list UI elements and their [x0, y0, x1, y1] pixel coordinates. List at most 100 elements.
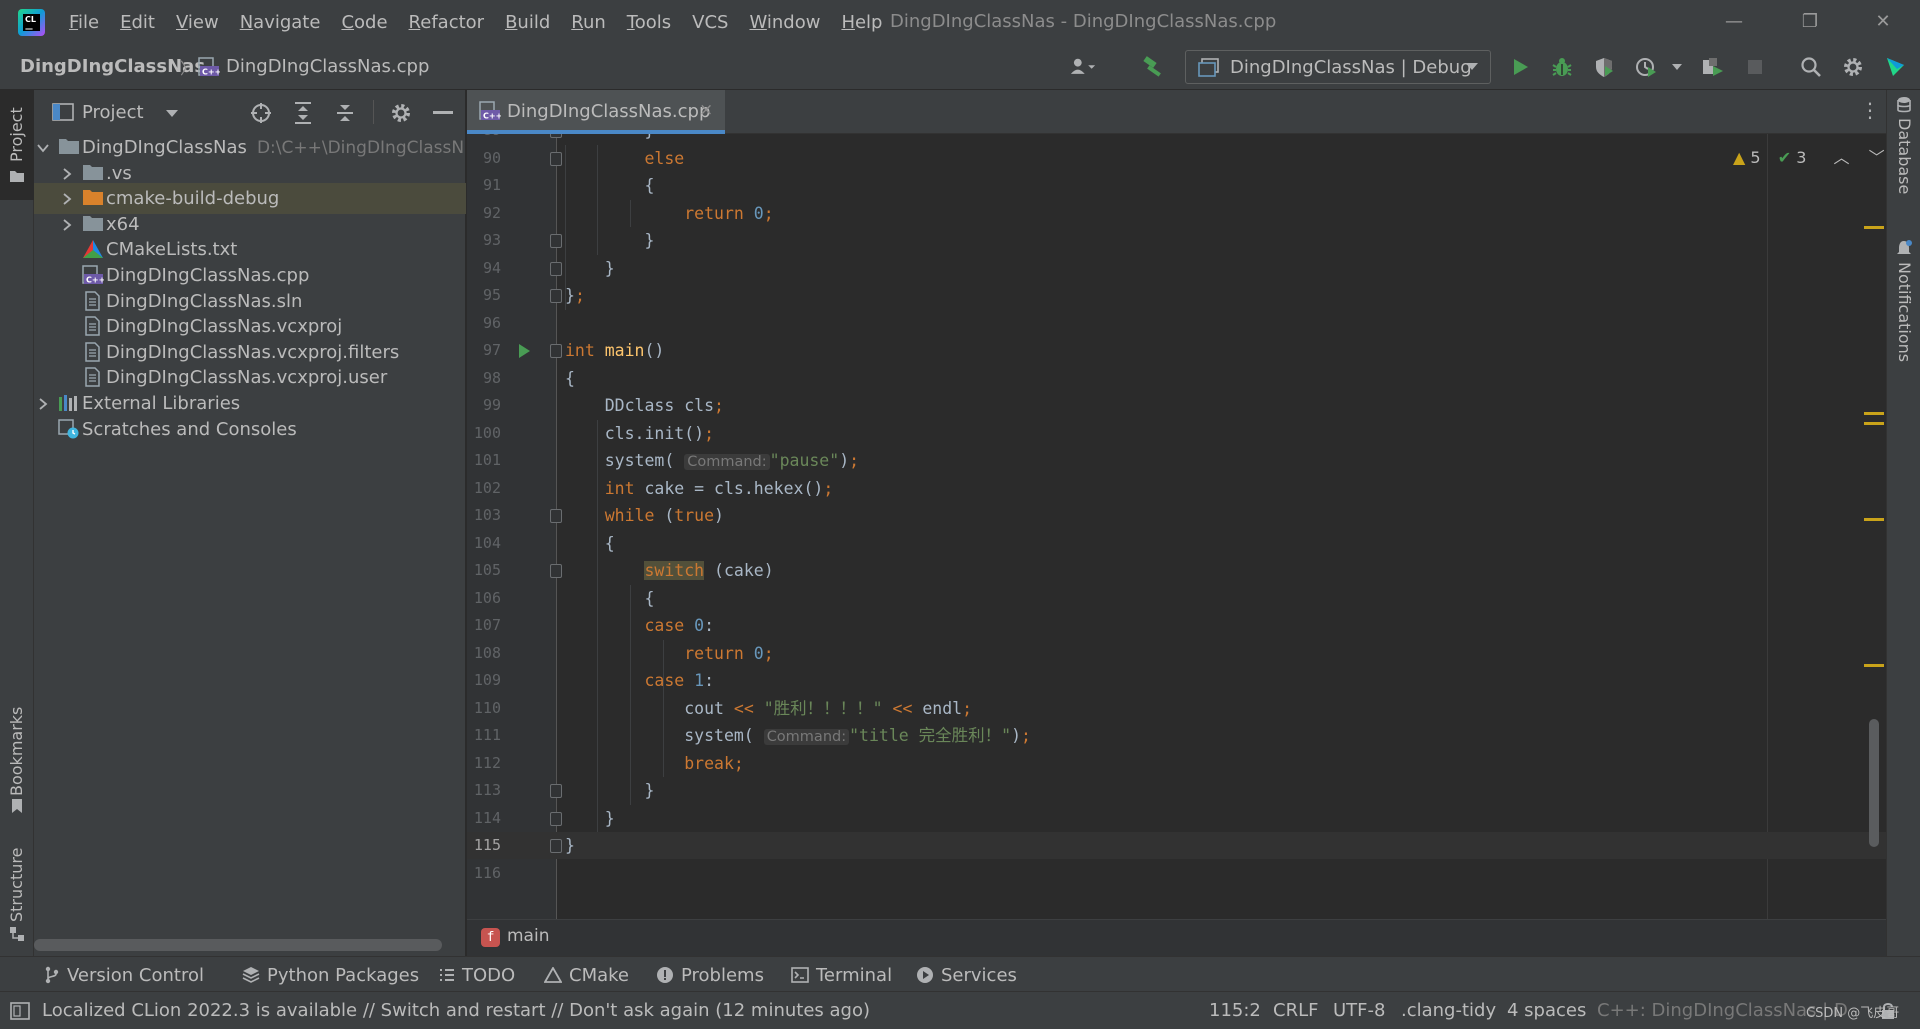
menu-item[interactable]: Run	[571, 12, 606, 33]
code-line[interactable]: 102 int cake = cls.hekex();	[467, 475, 1886, 502]
code-line[interactable]: 98 {	[467, 365, 1886, 392]
fold-marker-icon[interactable]	[550, 839, 562, 853]
code-line[interactable]: 113 }	[467, 777, 1886, 804]
close-window-button[interactable]: ✕	[1868, 8, 1898, 36]
menu-item[interactable]: Edit	[120, 12, 155, 33]
search-icon[interactable]	[1798, 54, 1824, 80]
chevron-down-icon[interactable]: ﹀	[1869, 148, 1885, 167]
locate-target-icon[interactable]	[248, 100, 274, 126]
fold-marker-icon[interactable]	[550, 509, 562, 523]
profile-icon[interactable]	[1634, 54, 1660, 80]
menu-item[interactable]: File	[69, 12, 99, 33]
attach-debugger-icon[interactable]	[1700, 54, 1726, 80]
menu-item[interactable]: VCS	[692, 12, 728, 33]
code-line[interactable]: 92 return 0;	[467, 200, 1886, 227]
code-line[interactable]: 107 case 0:	[467, 612, 1886, 639]
run-icon[interactable]	[1507, 54, 1533, 80]
code-line[interactable]: 100 cls.init();	[467, 420, 1886, 447]
hide-panel-icon[interactable]	[430, 100, 456, 126]
chevron-up-icon[interactable]: ︿	[1833, 148, 1849, 167]
build-hammer-icon[interactable]	[1140, 54, 1166, 80]
error-stripe-marker[interactable]	[1864, 422, 1884, 425]
code-line[interactable]: 111 system( Command: "title 完全胜利！");	[467, 722, 1886, 749]
code-line[interactable]: 110 cout << "胜利！！！！" << endl;	[467, 695, 1886, 722]
vertical-scrollbar[interactable]	[1869, 719, 1879, 847]
code-line[interactable]: 101 system( Command: "pause");	[467, 447, 1886, 474]
menu-item[interactable]: Refactor	[409, 12, 485, 33]
tool-window-button[interactable]: Services	[916, 962, 1017, 988]
breadcrumb-file[interactable]: DingDIngClassNas.cpp	[226, 56, 429, 77]
menu-item[interactable]: Code	[341, 12, 387, 33]
tool-window-tab-notifications[interactable]: Notifications	[1887, 238, 1920, 368]
horizontal-scrollbar[interactable]	[34, 939, 442, 951]
chevron-right-icon[interactable]	[60, 217, 74, 231]
tool-window-tab-bookmarks[interactable]: Bookmarks	[0, 688, 34, 813]
error-stripe-marker[interactable]	[1864, 518, 1884, 521]
code-line[interactable]: 104 {	[467, 530, 1886, 557]
fold-marker-icon[interactable]	[550, 151, 562, 166]
tool-window-button[interactable]: Problems	[656, 962, 764, 988]
options-gear-icon[interactable]	[388, 100, 414, 126]
code-line[interactable]: 97 int main()	[467, 337, 1886, 364]
menu-item[interactable]: Tools	[627, 12, 671, 33]
code-line[interactable]: 109 case 1:	[467, 667, 1886, 694]
breadcrumb-project[interactable]: DingDIngClassNas	[20, 56, 205, 77]
status-message[interactable]: Localized CLion 2022.3 is available // S…	[42, 1000, 870, 1021]
code-formatter[interactable]: .clang-tidy	[1401, 1000, 1496, 1021]
fold-marker-icon[interactable]	[550, 234, 562, 248]
fold-marker-icon[interactable]	[550, 261, 562, 276]
fold-marker-icon[interactable]	[550, 784, 562, 798]
line-separator[interactable]: CRLF	[1273, 1000, 1318, 1021]
code-line[interactable]: 94 }	[467, 255, 1886, 282]
code-line[interactable]: 108 return 0;	[467, 640, 1886, 667]
code-line[interactable]: 89 }	[467, 134, 1886, 144]
code-editor[interactable]: 89 }90 else91 {92 return 0;93 }94 }95};9…	[467, 134, 1886, 919]
tree-item[interactable]: Scratches and Consoles	[34, 414, 466, 445]
fold-marker-icon[interactable]	[550, 564, 562, 578]
tool-window-button[interactable]: TODO	[439, 962, 515, 988]
run-gutter-icon[interactable]	[519, 344, 530, 358]
code-line[interactable]: 91 {	[467, 172, 1886, 199]
error-stripe-marker[interactable]	[1864, 664, 1884, 667]
code-line[interactable]: 93 }	[467, 227, 1886, 254]
menu-item[interactable]: Navigate	[240, 12, 321, 33]
more-run-options-chevron-icon[interactable]	[1664, 54, 1690, 80]
menu-item[interactable]: Help	[841, 12, 882, 33]
tool-window-tab-project[interactable]: Project	[0, 90, 34, 200]
tool-window-tab-database[interactable]: Database	[1887, 94, 1920, 204]
breadcrumb-function-name[interactable]: main	[507, 926, 549, 946]
close-tab-icon[interactable]: ×	[699, 100, 713, 120]
code-line[interactable]: 106 {	[467, 585, 1886, 612]
code-line[interactable]: 96	[467, 310, 1886, 337]
fold-marker-icon[interactable]	[550, 811, 562, 826]
indent-setting[interactable]: 4 spaces	[1507, 1000, 1586, 1021]
code-line[interactable]: 105 switch (cake)	[467, 557, 1886, 584]
stop-icon[interactable]	[1742, 54, 1768, 80]
more-vertical-icon[interactable]: ⋮	[1860, 98, 1880, 122]
chevron-right-icon[interactable]	[60, 166, 74, 180]
fold-marker-icon[interactable]	[550, 134, 562, 138]
tool-window-button[interactable]: Terminal	[791, 962, 892, 988]
tool-window-button[interactable]: Python Packages	[242, 962, 419, 988]
project-panel-title[interactable]: Project	[82, 102, 144, 123]
settings-gear-icon[interactable]	[1840, 54, 1866, 80]
collapse-all-icon[interactable]	[332, 100, 358, 126]
run-configuration-selector[interactable]: DingDIngClassNas | Debug	[1185, 50, 1491, 84]
tool-window-button[interactable]: CMake	[544, 962, 629, 988]
menu-item[interactable]: Build	[505, 12, 550, 33]
error-stripe-marker[interactable]	[1864, 412, 1884, 415]
chevron-down-icon[interactable]	[159, 100, 185, 126]
debug-bug-icon[interactable]	[1549, 54, 1575, 80]
file-encoding[interactable]: UTF-8	[1333, 1000, 1385, 1021]
chevron-right-icon[interactable]	[36, 396, 50, 410]
restore-button[interactable]: ❐	[1795, 8, 1825, 36]
fold-marker-icon[interactable]	[550, 289, 562, 303]
fold-marker-icon[interactable]	[550, 344, 562, 358]
user-icon[interactable]	[1070, 54, 1096, 80]
caret-position[interactable]: 115:2	[1209, 1000, 1261, 1021]
coverage-icon[interactable]	[1591, 54, 1617, 80]
minimize-button[interactable]: —	[1719, 8, 1749, 36]
code-line[interactable]: 99 DDclass cls;	[467, 392, 1886, 419]
menu-item[interactable]: View	[176, 12, 219, 33]
chevron-down-icon[interactable]	[36, 140, 50, 154]
